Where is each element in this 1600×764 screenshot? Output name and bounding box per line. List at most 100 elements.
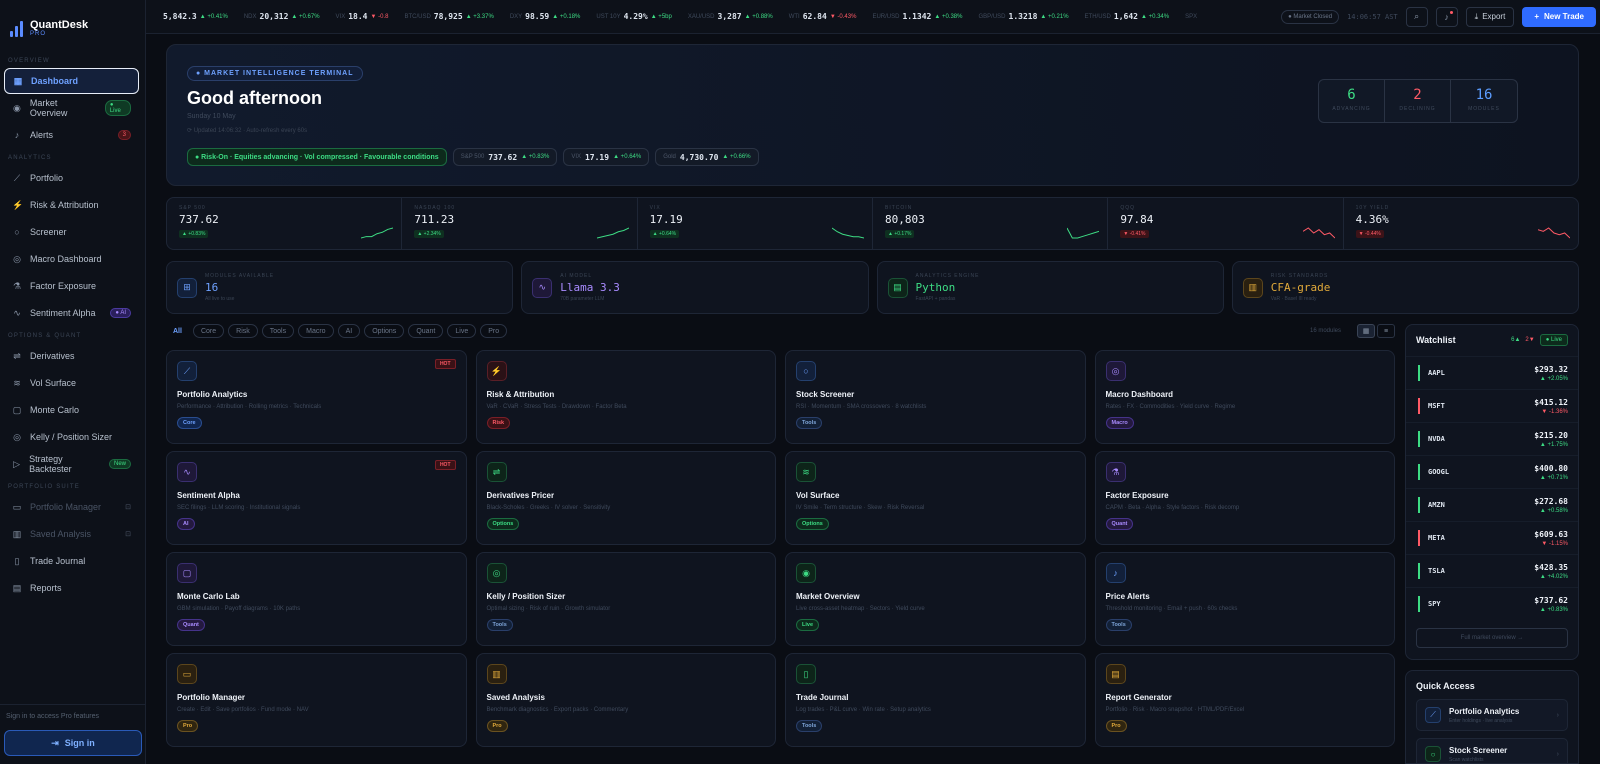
filter-tools[interactable]: Tools xyxy=(261,324,295,338)
module-card-stock-screener[interactable]: ○ Stock Screener RSI · Momentum · SMA cros… xyxy=(785,350,1086,444)
module-card-factor-exposure[interactable]: ⚗ Factor Exposure CAPM · Beta · Alpha · St… xyxy=(1094,451,1395,545)
watchlist-row-msft[interactable]: MSFT $415.12 ▼ -1.36% xyxy=(1406,389,1578,422)
ticker-item[interactable]: VIX 18.4 ▼ -0.8 xyxy=(336,12,389,21)
sidebar-item-vol-surface[interactable]: ≋ Vol Surface xyxy=(4,370,139,396)
filter-ai[interactable]: AI xyxy=(337,324,361,338)
sidebar-item-factor-exposure[interactable]: ⚗ Factor Exposure xyxy=(4,273,139,299)
ticker-item[interactable]: 5,842.3 ▲ +0.41% xyxy=(160,12,228,21)
sidebar-item-sentiment-alpha[interactable]: ∿ Sentiment Alpha ● AI xyxy=(4,300,139,326)
sidebar-item-screener[interactable]: ○ Screener xyxy=(4,219,139,245)
ticker-item[interactable]: XAU/USD 3,287 ▲ +0.88% xyxy=(688,12,773,21)
notifications-button[interactable]: ♪ xyxy=(1435,6,1458,27)
watchlist-row-spy[interactable]: SPY $737.62 ▲ +0.83% xyxy=(1406,587,1578,620)
module-card-report-generator[interactable]: ▤ Report Generator Portfolio · Risk · Macr… xyxy=(1094,653,1395,747)
index-card-s-p-500[interactable]: S&P 500 737.62 ▲ +0.83% xyxy=(167,198,403,249)
module-tag: Live xyxy=(796,619,820,631)
module-card-macro-dashboard[interactable]: ◎ Macro Dashboard Rates · FX · Commodities… xyxy=(1094,350,1395,444)
module-card-monte-carlo-lab[interactable]: ▢ Monte Carlo Lab GBM simulation · Payoff … xyxy=(166,552,467,646)
filter-all[interactable]: All xyxy=(166,324,189,338)
sidebar-item-monte-carlo[interactable]: ▢ Monte Carlo xyxy=(4,397,139,423)
filter-macro[interactable]: Macro xyxy=(298,324,334,338)
watchlist-row-tsla[interactable]: TSLA $428.35 ▲ +4.02% xyxy=(1406,554,1578,587)
sidebar-item-alerts[interactable]: ♪ Alerts 3 xyxy=(4,122,139,148)
chip-value: 17.19 xyxy=(584,152,610,162)
ticker-item[interactable]: SPX xyxy=(1185,12,1203,21)
sidebar-item-saved-analysis[interactable]: ▥ Saved Analysis ⊡ xyxy=(4,521,139,547)
direction-bar xyxy=(1418,464,1420,480)
watchlist-row-nvda[interactable]: NVDA $215.20 ▲ +1.75% xyxy=(1406,422,1578,455)
module-card-trade-journal[interactable]: ▯ Trade Journal Log trades · P&L curve · W… xyxy=(785,653,1086,747)
ticker-item[interactable]: GBP/USD 1.3218 ▲ +0.21% xyxy=(978,12,1068,21)
filter-quant[interactable]: Quant xyxy=(408,324,444,338)
quick-access-portfolio-analytics[interactable]: ⟋ Portfolio Analytics Enter holdings · liv… xyxy=(1416,699,1568,731)
search-button[interactable]: ⌕ xyxy=(1405,6,1428,27)
app-logo[interactable]: QuantDesk PRO xyxy=(0,0,145,52)
flask-icon: ⚗ xyxy=(1105,462,1126,482)
hero-quote-chip[interactable]: S&P 500 737.62 ▲ +0.83% xyxy=(452,148,558,166)
sidebar-item-dashboard[interactable]: ▦ Dashboard xyxy=(4,68,139,94)
ticker-symbol: GBP/USD xyxy=(978,13,1006,20)
module-card-vol-surface[interactable]: ≋ Vol Surface IV Smile · Term structure · … xyxy=(785,451,1086,545)
filter-core[interactable]: Core xyxy=(192,324,225,338)
module-card-price-alerts[interactable]: ♪ Price Alerts Threshold monitoring · Emai… xyxy=(1094,552,1395,646)
ticker-item[interactable]: EUR/USD 1.1342 ▲ +0.38% xyxy=(872,12,962,21)
sidebar-item-macro-dashboard[interactable]: ◎ Macro Dashboard xyxy=(4,246,139,272)
watchlist-row-googl[interactable]: GOOGL $400.80 ▲ +0.71% xyxy=(1406,455,1578,488)
sidebar-item-portfolio[interactable]: ⟋ Portfolio xyxy=(4,165,139,191)
watchlist-row-amzn[interactable]: AMZN $272.68 ▲ +0.58% xyxy=(1406,488,1578,521)
sidebar-item-reports[interactable]: ▤ Reports xyxy=(4,575,139,601)
index-card-qqq[interactable]: QQQ 97.84 ▼ -0.41% xyxy=(1108,198,1344,249)
module-card-derivatives-pricer[interactable]: ⇌ Derivatives Pricer Black-Scholes · Greek… xyxy=(475,451,776,545)
sidebar-item-kelly-position-sizer[interactable]: ◎ Kelly / Position Sizer xyxy=(4,424,139,450)
sidebar-item-strategy-backtester[interactable]: ▷ Strategy Backtester New xyxy=(4,451,139,477)
ticker-item[interactable]: ETH/USD 1,642 ▲ +0.34% xyxy=(1085,12,1170,21)
list-view-toggle[interactable]: ≡ xyxy=(1377,324,1395,338)
export-button[interactable]: ⤓ Export xyxy=(1465,6,1515,27)
signin-label: Sign in xyxy=(64,738,95,748)
signin-button[interactable]: ⇥ Sign in xyxy=(4,730,142,756)
target-icon: ◎ xyxy=(486,563,507,583)
book-icon: ▯ xyxy=(796,664,816,684)
new-trade-button[interactable]: + New Trade xyxy=(1522,6,1596,27)
ticker-item[interactable]: DXY 98.59 ▲ +0.18% xyxy=(510,12,581,21)
ticker-item[interactable]: UST 10Y 4.29% ▲ +5bp xyxy=(596,12,671,21)
module-description: CAPM · Beta · Alpha · Style factors · Ri… xyxy=(1105,505,1240,511)
module-card-kelly-position-sizer[interactable]: ◎ Kelly / Position Sizer Optimal sizing · … xyxy=(475,552,776,646)
module-card-portfolio-analytics[interactable]: ⟋ HOT Portfolio Analytics Performance · Att… xyxy=(166,350,467,444)
index-card-nasdaq-100[interactable]: NASDAQ 100 711.23 ▲ +2.34% xyxy=(402,198,638,249)
filter-risk[interactable]: Risk xyxy=(228,324,258,338)
export-label: Export xyxy=(1482,12,1506,21)
ticker-change: ▲ +0.88% xyxy=(744,13,773,20)
grid-view-toggle[interactable]: ▦ xyxy=(1357,324,1375,338)
index-card-vix[interactable]: VIX 17.19 ▲ +0.64% xyxy=(638,198,873,249)
hero-quote-chip[interactable]: VIX 17.19 ▲ +0.64% xyxy=(563,148,650,166)
ticker-item[interactable]: WTI 62.84 ▼ -0.43% xyxy=(789,12,857,21)
module-card-saved-analysis[interactable]: ▥ Saved Analysis Benchmark diagnostics · E… xyxy=(475,653,776,747)
index-label: 10Y YIELD xyxy=(1355,205,1390,211)
module-card-sentiment-alpha[interactable]: ∿ HOT Sentiment Alpha SEC filings · LLM sco… xyxy=(166,451,467,545)
module-title: Saved Analysis xyxy=(486,693,545,702)
index-card-bitcoin[interactable]: BITCOIN 80,803 ▲ +0.17% xyxy=(873,198,1109,249)
module-card-risk-attribution[interactable]: ⚡ Risk & Attribution VaR · CVaR · Stress T… xyxy=(475,350,776,444)
full-market-overview-button[interactable]: Full market overview → xyxy=(1416,628,1568,648)
ticker-value: 1.1342 xyxy=(902,12,932,21)
ticker-item[interactable]: BTC/USD 78,925 ▲ +3.37% xyxy=(404,12,493,21)
index-card-10y-yield[interactable]: 10Y YIELD 4.36% ▼ -0.44% xyxy=(1344,198,1578,249)
watchlist-row-meta[interactable]: META $609.63 ▼ -1.15% xyxy=(1406,521,1578,554)
sidebar-item-risk-attribution[interactable]: ⚡ Risk & Attribution xyxy=(4,192,139,218)
filter-live[interactable]: Live xyxy=(447,324,477,338)
module-card-market-overview[interactable]: ◉ Market Overview Live cross-asset heatmap… xyxy=(785,552,1086,646)
ticker-item[interactable]: NDX 20,312 ▲ +0.67% xyxy=(244,12,320,21)
direction-bar xyxy=(1418,563,1420,579)
sidebar-item-derivatives[interactable]: ⇌ Derivatives xyxy=(4,343,139,369)
sparkline-path xyxy=(1302,227,1335,239)
quick-access-stock-screener[interactable]: ○ Stock Screener Scan watchlists › xyxy=(1416,738,1568,763)
filter-options[interactable]: Options xyxy=(364,324,405,338)
watchlist-row-aapl[interactable]: AAPL $293.32 ▲ +2.05% xyxy=(1406,356,1578,389)
sidebar-item-market-overview[interactable]: ◉ Market Overview ● Live xyxy=(4,95,139,121)
filter-pro[interactable]: Pro xyxy=(480,324,508,338)
hero-quote-chip[interactable]: Gold 4,730.70 ▲ +0.66% xyxy=(655,148,759,166)
module-card-portfolio-manager[interactable]: ▭ Portfolio Manager Create · Edit · Save p… xyxy=(166,653,467,747)
sidebar-item-portfolio-manager[interactable]: ▭ Portfolio Manager ⊡ xyxy=(4,494,139,520)
sidebar-item-trade-journal[interactable]: ▯ Trade Journal xyxy=(4,548,139,574)
